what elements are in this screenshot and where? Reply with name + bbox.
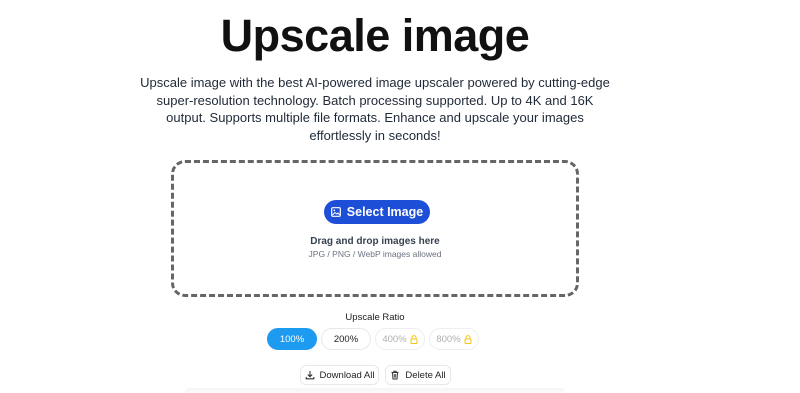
ratio-option-label: 100% — [279, 333, 305, 345]
page-title: Upscale image — [220, 10, 530, 61]
ratio-option-800[interactable]: 800% — [429, 328, 479, 350]
upscale-page: Upscale image Upscale image with the bes… — [0, 0, 800, 393]
ratio-option-400[interactable]: 400% — [375, 328, 425, 350]
download-icon — [305, 370, 315, 380]
delete-all-button[interactable]: Delete All — [385, 365, 451, 385]
allowed-formats-hint: JPG / PNG / WebP images allowed — [308, 249, 442, 259]
lock-icon — [464, 334, 472, 344]
ratio-option-100[interactable]: 100% — [267, 328, 317, 350]
page-description: Upscale image with the best AI-powered i… — [140, 75, 610, 143]
delete-all-label: Delete All — [405, 369, 446, 381]
download-all-button[interactable]: Download All — [300, 365, 379, 385]
ratio-option-label: 800% — [436, 333, 461, 345]
trash-icon — [390, 370, 400, 380]
ratio-option-200[interactable]: 200% — [321, 328, 371, 350]
ratio-option-label: 400% — [382, 333, 407, 345]
drag-drop-hint: Drag and drop images here — [310, 236, 440, 247]
ratio-option-label: 200% — [333, 333, 359, 345]
lock-icon — [410, 334, 418, 344]
upscale-ratio-label: Upscale Ratio — [345, 312, 405, 323]
results-panel-edge — [185, 388, 565, 393]
image-dropzone[interactable]: Select Image Drag and drop images here J… — [171, 160, 579, 297]
download-all-label: Download All — [319, 369, 375, 381]
image-icon — [330, 207, 341, 217]
select-image-label: Select Image — [346, 205, 424, 219]
select-image-button[interactable]: Select Image — [324, 200, 430, 224]
